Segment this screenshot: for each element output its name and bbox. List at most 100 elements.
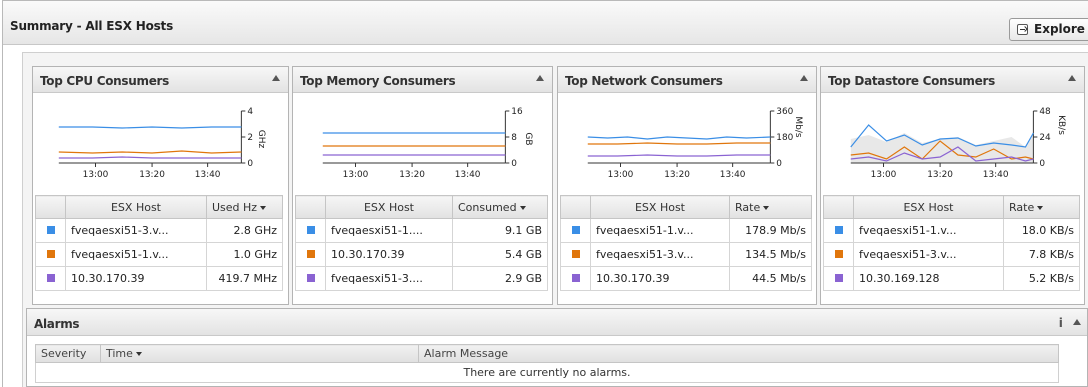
swatch-column-header (823, 195, 854, 219)
x-tick-label: 13:20 (139, 170, 165, 180)
x-tick-label: 13:40 (455, 170, 481, 180)
column-header-value[interactable]: Consumed (452, 195, 548, 219)
datastore-consumers-panel: Top Datastore Consumers 48 24 0 KB/s 13:… (820, 66, 1085, 305)
blue-swatch (46, 226, 55, 234)
y-axis-unit: GHz (256, 130, 266, 149)
purple-swatch (571, 274, 580, 282)
panel-header: Alarms i (27, 309, 1087, 336)
column-header-host[interactable]: ESX Host (325, 195, 453, 219)
column-header-host[interactable]: ESX Host (853, 195, 1004, 219)
y-tick-label: 24 (1039, 133, 1051, 143)
sort-desc-icon (260, 205, 267, 210)
y-axis-unit: KB/s (1056, 115, 1066, 135)
table-row[interactable]: fveqaesxi51-3.v... 2.8 GHz (35, 218, 283, 243)
column-header-value[interactable]: Used Hz (206, 195, 283, 219)
x-tick-label: 13:40 (195, 170, 221, 180)
x-tick-label: 13:00 (608, 170, 634, 180)
info-icon[interactable]: i (1059, 316, 1063, 330)
orange-swatch (571, 250, 580, 258)
collapse-icon[interactable] (1068, 75, 1076, 81)
datastore-consumers-table: ESX Host Rate fveqaesxi51-1.v... 18.0 KB/… (823, 195, 1080, 291)
network-sparkline-chart: 360 180 0 Mb/s 13:00 13:20 13:40 (558, 97, 816, 187)
memory-consumers-table: ESX Host Consumed fveqaesxi51-1.... 9.1 G… (295, 195, 548, 291)
panel-header: Top Network Consumers (558, 67, 816, 93)
x-tick-label: 13:00 (343, 170, 369, 180)
alarms-panel: Alarms i Severity Time Alarm Message The… (26, 308, 1088, 387)
column-header-host[interactable]: ESX Host (65, 195, 207, 219)
y-axis-unit: Mb/s (793, 116, 803, 138)
column-header-value[interactable]: Rate (729, 195, 812, 219)
y-tick-label: 4 (247, 107, 253, 117)
page-title: Summary - All ESX Hosts (10, 19, 174, 33)
explore-icon (1017, 24, 1028, 35)
table-row[interactable]: fveqaesxi51-3.v... 7.8 KB/s (823, 242, 1080, 267)
blue-swatch (571, 226, 580, 234)
table-header-row: Severity Time Alarm Message (35, 344, 1059, 363)
y-tick-label: 8 (511, 133, 517, 143)
panel-header: Top Memory Consumers (293, 67, 552, 93)
table-row[interactable]: 10.30.169.128 5.2 KB/s (823, 266, 1080, 291)
network-consumers-table: ESX Host Rate fveqaesxi51-1.v... 178.9 Mb… (560, 195, 812, 291)
y-tick-label: 0 (247, 159, 253, 169)
memory-consumers-panel: Top Memory Consumers 16 8 0 GB 13:00 13:… (292, 66, 553, 305)
collapse-icon[interactable] (1073, 319, 1081, 325)
orange-swatch (306, 250, 315, 258)
cpu-consumers-table: ESX Host Used Hz fveqaesxi51-3.v... 2.8 G… (35, 195, 283, 291)
y-tick-label: 0 (511, 159, 517, 169)
explore-button[interactable]: Explore (1009, 18, 1088, 41)
purple-swatch (306, 274, 315, 282)
x-tick-label: 13:40 (983, 170, 1009, 180)
swatch-column-header (295, 195, 326, 219)
x-tick-label: 13:20 (399, 170, 425, 180)
purple-swatch (46, 274, 55, 282)
y-tick-label: 0 (1039, 159, 1045, 169)
swatch-column-header (560, 195, 591, 219)
table-row[interactable]: fveqaesxi51-1.v... 178.9 Mb/s (560, 218, 812, 243)
table-header-row: ESX Host Used Hz (35, 195, 283, 219)
table-row[interactable]: fveqaesxi51-3.... 2.9 GB (295, 266, 548, 291)
column-header-value[interactable]: Rate (1003, 195, 1080, 219)
blue-swatch (306, 226, 315, 234)
panel-title: Top Memory Consumers (300, 74, 456, 88)
explore-label: Explore (1034, 22, 1085, 36)
table-header-row: ESX Host Rate (560, 195, 812, 219)
alarm-header-icons: i (1059, 316, 1081, 330)
column-header-message[interactable]: Alarm Message (418, 344, 1059, 363)
table-row[interactable]: 10.30.170.39 419.7 MHz (35, 266, 283, 291)
page-header: Summary - All ESX Hosts Explore (3, 1, 1088, 45)
panel-header: Top CPU Consumers (33, 67, 288, 93)
panel-title: Top Network Consumers (565, 74, 723, 88)
sort-desc-icon (763, 205, 770, 210)
alarms-table: Severity Time Alarm Message There are cu… (35, 344, 1059, 383)
table-row[interactable]: fveqaesxi51-1.v... 1.0 GHz (35, 242, 283, 267)
orange-swatch (834, 250, 843, 258)
column-header-severity[interactable]: Severity (35, 344, 101, 363)
sort-desc-icon (135, 352, 142, 356)
table-row[interactable]: 10.30.170.39 5.4 GB (295, 242, 548, 267)
table-row[interactable]: fveqaesxi51-1.v... 18.0 KB/s (823, 218, 1080, 243)
collapse-icon[interactable] (272, 75, 280, 81)
x-tick-label: 13:40 (720, 170, 746, 180)
collapse-icon[interactable] (800, 75, 808, 81)
x-tick-label: 13:20 (664, 170, 690, 180)
datastore-sparkline-chart: 48 24 0 KB/s 13:00 13:20 13:40 (821, 97, 1084, 187)
column-header-time[interactable]: Time (100, 344, 419, 363)
y-tick-label: 2 (247, 133, 253, 143)
cpu-consumers-panel: Top CPU Consumers 4 2 0 GHz 13:00 13:20 … (32, 66, 289, 305)
table-row[interactable]: 10.30.170.39 44.5 Mb/s (560, 266, 812, 291)
collapse-icon[interactable] (536, 75, 544, 81)
table-row[interactable]: fveqaesxi51-3.v... 134.5 Mb/s (560, 242, 812, 267)
memory-sparkline-chart: 16 8 0 GB 13:00 13:20 13:40 (293, 97, 552, 187)
empty-message: There are currently no alarms. (35, 362, 1059, 383)
panel-title: Top Datastore Consumers (828, 74, 995, 88)
empty-row: There are currently no alarms. (35, 362, 1059, 383)
y-tick-label: 16 (511, 107, 523, 117)
table-row[interactable]: fveqaesxi51-1.... 9.1 GB (295, 218, 548, 243)
orange-swatch (46, 250, 55, 258)
panel-title: Alarms (34, 317, 80, 331)
y-tick-label: 0 (776, 159, 782, 169)
y-tick-label: 360 (776, 107, 793, 117)
cpu-sparkline-chart: 4 2 0 GHz 13:00 13:20 13:40 (33, 97, 288, 187)
column-header-host[interactable]: ESX Host (590, 195, 730, 219)
panel-header: Top Datastore Consumers (821, 67, 1084, 93)
